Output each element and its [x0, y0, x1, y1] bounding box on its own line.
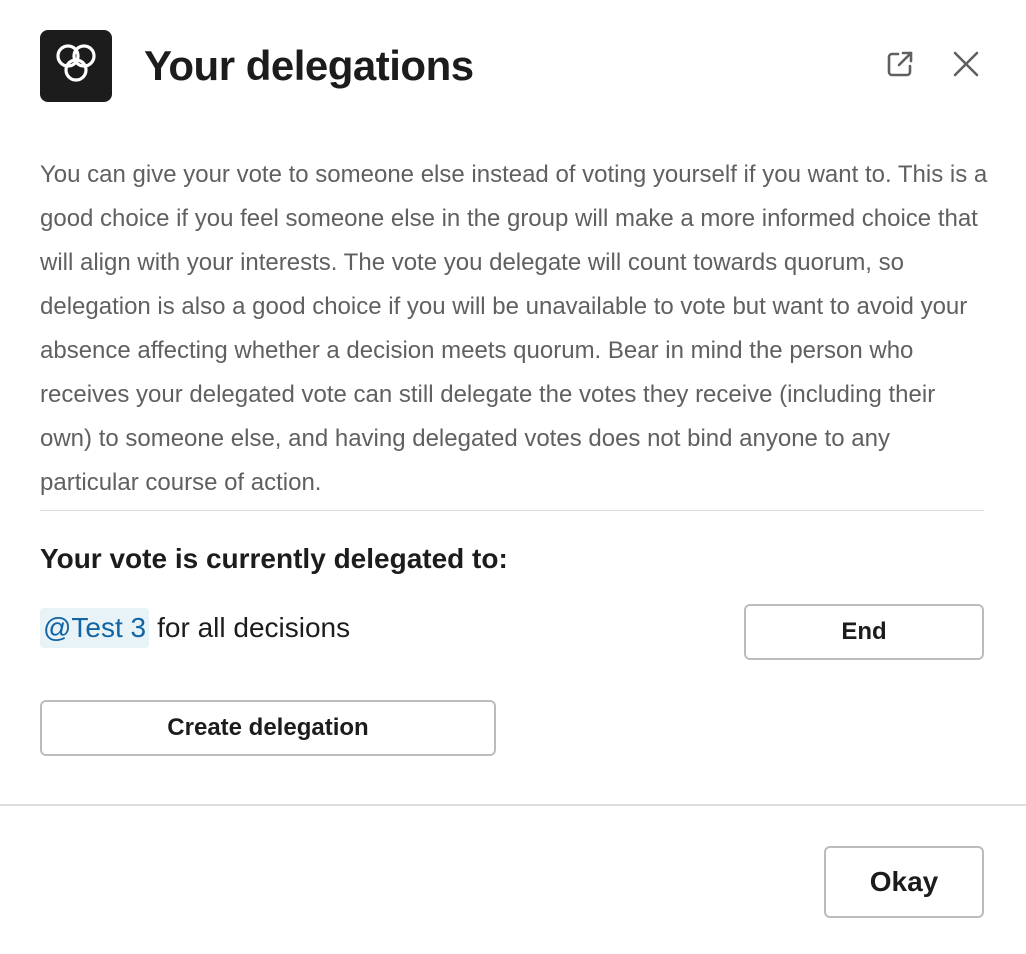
- delegate-mention[interactable]: @Test 3: [40, 608, 150, 648]
- delegation-item: @Test 3 for all decisions: [40, 608, 350, 648]
- three-loops-logo-icon: [50, 38, 102, 95]
- delegation-description: You can give your vote to someone else i…: [40, 161, 988, 496]
- delegations-modal: Your delegations You can give your vote …: [0, 0, 1026, 954]
- app-logo: [40, 30, 112, 102]
- modal-title: Your delegations: [144, 42, 474, 89]
- create-delegation-button[interactable]: Create delegation: [40, 700, 496, 756]
- close-icon: [951, 49, 981, 84]
- okay-button[interactable]: Okay: [824, 846, 984, 918]
- open-in-new-window-icon: [884, 48, 916, 85]
- open-in-new-window-button[interactable]: [880, 46, 920, 86]
- end-delegation-button[interactable]: End: [744, 604, 984, 660]
- footer-divider: [0, 804, 1026, 806]
- current-delegation-heading: Your vote is currently delegated to:: [40, 543, 508, 574]
- delegation-scope: for all decisions: [157, 612, 351, 643]
- modal-header: Your delegations: [40, 30, 986, 102]
- close-button[interactable]: [946, 46, 986, 86]
- divider: [40, 510, 984, 511]
